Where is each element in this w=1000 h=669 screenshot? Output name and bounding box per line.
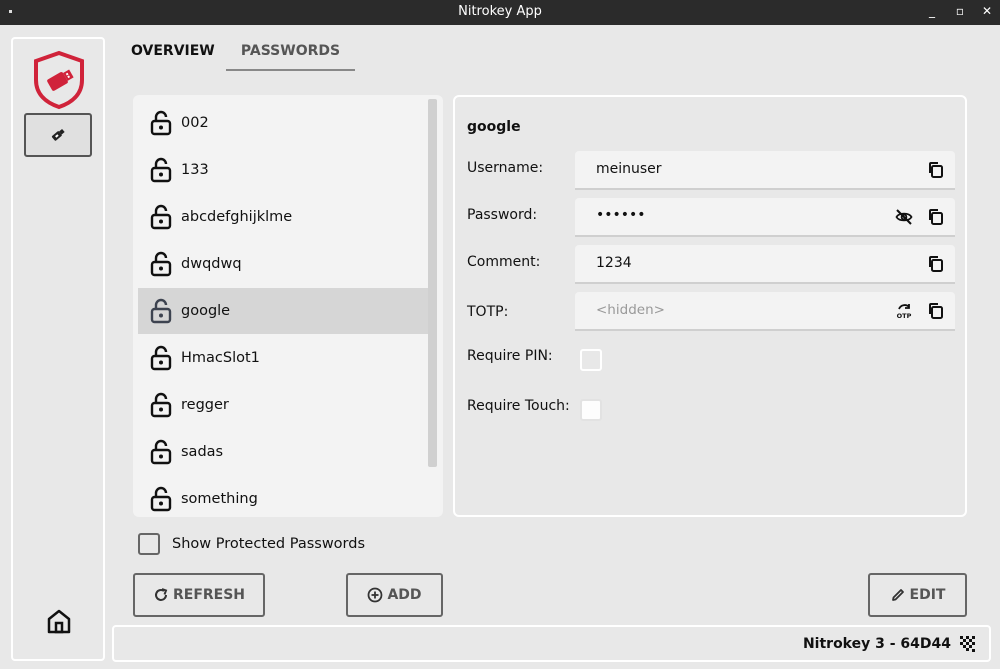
list-item-label: 133 [181,162,209,178]
lock-open-icon [150,439,172,465]
list-item[interactable]: regger [138,382,428,428]
copy-icon[interactable] [927,161,945,179]
sidebar [11,37,105,661]
lock-open-icon [150,251,172,277]
lock-open-icon [150,298,172,324]
list-scrollbar[interactable] [428,99,437,467]
totp-label: TOTP: [467,304,509,320]
list-item-label: sadas [181,444,224,460]
credential-detail-panel: google Username: meinuser Password: ••••… [453,95,967,517]
username-value: meinuser [596,161,662,177]
window-title: Nitrokey App [458,4,542,19]
require-touch-label: Require Touch: [467,398,570,414]
edit-button[interactable]: EDIT [868,573,967,617]
password-field[interactable]: •••••• [575,198,955,237]
list-item[interactable]: abcdefghijklme [138,194,428,240]
add-button[interactable]: ADD [346,573,443,617]
pencil-icon [891,589,904,601]
totp-placeholder: <hidden> [596,302,665,318]
tab-passwords[interactable]: PASSWORDS [226,43,355,71]
show-protected-label: Show Protected Passwords [172,536,366,552]
list-item-label: HmacSlot1 [181,350,260,366]
list-item-label: regger [181,397,229,413]
require-touch-checkbox[interactable] [580,399,602,421]
add-circle-icon [368,587,383,603]
list-item[interactable]: HmacSlot1 [138,335,428,381]
tab-overview[interactable]: OVERVIEW [131,43,215,71]
require-pin-label: Require PIN: [467,348,553,364]
totp-field[interactable]: <hidden> OTP [575,292,955,331]
credential-title: google [467,119,521,135]
otp-refresh-icon[interactable]: OTP [895,302,913,320]
username-label: Username: [467,160,544,176]
list-item-label: google [181,303,231,319]
password-label: Password: [467,207,538,223]
list-item-label: 002 [181,115,209,131]
copy-icon[interactable] [927,302,945,320]
title-bar: Nitrokey App _ ▫ ✕ [0,0,1000,25]
password-value: •••••• [596,207,646,223]
copy-icon[interactable] [927,255,945,273]
eye-off-icon[interactable] [895,208,913,226]
refresh-button[interactable]: REFRESH [133,573,265,617]
list-item-label: dwqdwq [181,256,242,272]
comment-field[interactable]: 1234 [575,245,955,284]
svg-text:OTP: OTP [897,312,912,320]
add-label: ADD [387,587,422,603]
lock-open-icon [150,110,172,136]
maximize-button[interactable]: ▫ [953,4,967,18]
refresh-icon [154,588,168,601]
chip-icon [960,636,975,652]
status-bar: Nitrokey 3 - 64D44 [112,625,991,662]
list-item-label: something [181,491,258,507]
copy-icon[interactable] [927,208,945,226]
lock-open-icon [150,486,172,512]
home-icon[interactable] [45,607,73,635]
lock-open-icon [150,157,172,183]
comment-label: Comment: [467,254,541,270]
device-name: Nitrokey 3 - 64D44 [802,636,951,652]
list-item[interactable]: dwqdwq [138,241,428,287]
list-item-selected[interactable]: google [138,288,428,334]
show-protected-toggle[interactable]: Show Protected Passwords [138,533,365,555]
nitrokey-logo-icon [34,50,84,110]
list-item-label: abcdefghijklme [181,209,293,225]
list-item[interactable]: something [138,476,428,517]
close-button[interactable]: ✕ [980,4,994,18]
lock-open-icon [150,392,172,418]
lock-open-icon [150,345,172,371]
edit-label: EDIT [909,587,946,603]
username-field[interactable]: meinuser [575,151,955,190]
list-item[interactable]: 133 [138,147,428,193]
device-button[interactable] [24,113,92,157]
comment-value: 1234 [596,255,632,271]
require-pin-checkbox[interactable] [580,349,602,371]
password-list: 002 133 abcdefghijklme dwqdwq google Hma… [133,95,443,517]
list-item[interactable]: sadas [138,429,428,475]
minimize-button[interactable]: _ [925,4,939,18]
refresh-label: REFRESH [172,587,246,603]
list-item[interactable]: 002 [138,100,428,146]
show-protected-checkbox[interactable] [138,533,160,555]
lock-open-icon [150,204,172,230]
usb-key-icon [51,128,65,141]
